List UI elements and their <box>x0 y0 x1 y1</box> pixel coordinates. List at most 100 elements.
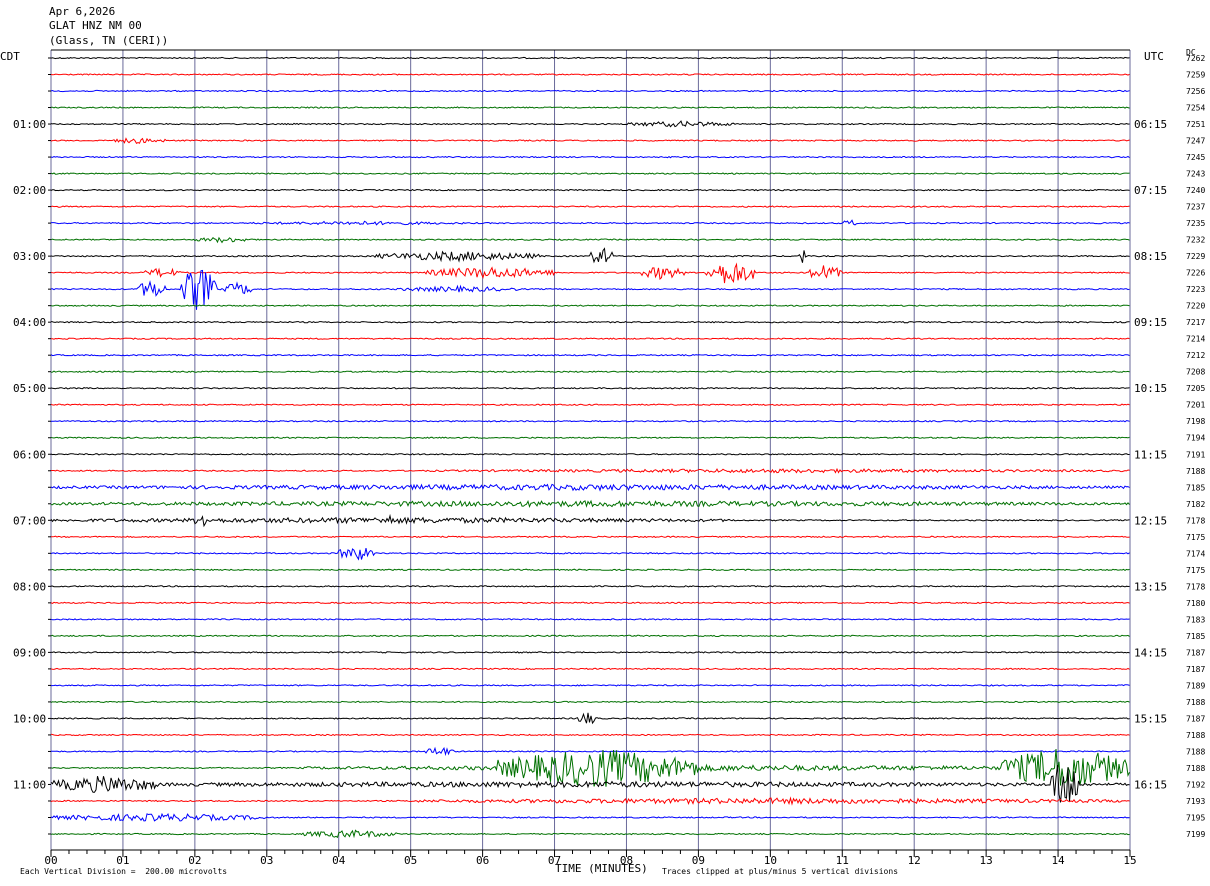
seismic-trace <box>50 320 1130 324</box>
left-hour-label: 05:00 <box>13 382 46 395</box>
seismic-trace <box>50 155 1130 159</box>
left-hour-label: 07:00 <box>13 514 46 527</box>
right-hour-label: 13:15 <box>1134 580 1167 593</box>
left-hour-label: 03:00 <box>13 250 46 263</box>
dc-offset-label: 7223 <box>1186 285 1205 294</box>
dc-offset-label: 7229 <box>1186 252 1205 261</box>
seismic-trace <box>50 700 1130 704</box>
x-tick-label: 04 <box>332 854 346 867</box>
seismic-trace <box>50 205 1130 208</box>
dc-offset-label: 7188 <box>1186 747 1205 756</box>
seismic-trace <box>50 585 1130 588</box>
right-hour-label: 06:15 <box>1134 118 1167 131</box>
right-hour-label: 11:15 <box>1134 448 1167 461</box>
x-tick-label: 12 <box>908 854 921 867</box>
x-tick-label: 10 <box>764 854 777 867</box>
right-hour-label: 16:15 <box>1134 778 1167 791</box>
footer-scale: Each Vertical Division = 200.00 microvol… <box>20 867 228 876</box>
seismic-trace <box>50 764 1130 803</box>
x-tick-label: 02 <box>188 854 201 867</box>
x-tick-label: 15 <box>1123 854 1136 867</box>
seismic-trace <box>50 120 1130 128</box>
dc-offset-label: 7235 <box>1186 219 1205 228</box>
seismic-trace <box>50 219 1130 226</box>
footer-xlabel: TIME (MINUTES) <box>555 862 648 875</box>
right-hour-label: 09:15 <box>1134 316 1167 329</box>
seismic-trace <box>50 483 1130 492</box>
seismic-trace <box>50 304 1130 307</box>
seismic-trace <box>50 634 1130 638</box>
seismic-trace <box>50 172 1130 175</box>
dc-offset-label: 7189 <box>1186 681 1205 690</box>
dc-offset-label: 7212 <box>1186 351 1205 360</box>
x-tick-label: 11 <box>836 854 849 867</box>
dc-offset-label: 7214 <box>1186 335 1205 344</box>
dc-offset-label: 7188 <box>1186 731 1205 740</box>
left-hour-label: 09:00 <box>13 646 46 659</box>
dc-offset-label: 7188 <box>1186 764 1205 773</box>
seismic-trace <box>50 247 1130 264</box>
dc-offset-label: 7185 <box>1186 632 1205 641</box>
dc-offset-label: 7226 <box>1186 269 1205 278</box>
dc-offset-label: 7247 <box>1186 137 1205 146</box>
seismic-trace <box>50 601 1130 605</box>
seismic-trace <box>50 733 1130 737</box>
dc-offset-label: 7259 <box>1186 71 1205 80</box>
dc-offset-label: 7187 <box>1186 665 1205 674</box>
seismic-trace <box>50 513 1130 528</box>
seismic-trace <box>50 337 1130 340</box>
seismic-trace <box>50 89 1130 93</box>
dc-offset-label: 7232 <box>1186 236 1205 245</box>
right-hour-label: 08:15 <box>1134 250 1167 263</box>
seismic-trace <box>50 748 1130 787</box>
dc-offset-label: 7199 <box>1186 830 1205 839</box>
dc-offset-label: 7205 <box>1186 384 1205 393</box>
dc-offset-label: 7188 <box>1186 698 1205 707</box>
seismic-trace <box>50 269 1130 310</box>
dc-offset-label: 7201 <box>1186 401 1205 410</box>
seismic-trace <box>50 387 1130 390</box>
dc-offset-label: 7262 <box>1186 54 1205 63</box>
dc-offset-label: 7243 <box>1186 170 1205 179</box>
seismic-trace <box>50 651 1130 654</box>
dc-offset-label: 7245 <box>1186 153 1205 162</box>
seismic-trace <box>50 618 1130 621</box>
right-hour-label: 15:15 <box>1134 712 1167 725</box>
seismic-trace <box>50 353 1130 357</box>
dc-offset-label: 7174 <box>1186 549 1205 558</box>
x-tick-label: 06 <box>476 854 489 867</box>
footer-clip: Traces clipped at plus/minus 5 vertical … <box>662 867 899 876</box>
seismic-trace <box>50 370 1130 373</box>
left-hour-label: 10:00 <box>13 712 46 725</box>
seismic-trace <box>50 106 1130 109</box>
seismic-trace <box>50 547 1130 561</box>
dc-offset-label: 7254 <box>1186 104 1205 113</box>
seismic-trace <box>50 667 1130 671</box>
dc-offset-label: 7188 <box>1186 467 1205 476</box>
x-tick-label: 00 <box>44 854 57 867</box>
dc-offset-label: 7192 <box>1186 780 1205 789</box>
seismic-trace <box>50 403 1130 406</box>
dc-offset-label: 7175 <box>1186 533 1205 542</box>
seismic-trace <box>51 746 1130 757</box>
dc-offset-label: 7195 <box>1186 813 1205 822</box>
seismic-trace <box>50 56 1130 60</box>
dc-offset-label: 7194 <box>1186 434 1205 443</box>
right-hour-label: 14:15 <box>1134 646 1167 659</box>
dc-offset-label: 7256 <box>1186 87 1205 96</box>
x-tick-label: 03 <box>260 854 273 867</box>
x-tick-label: 13 <box>980 854 993 867</box>
seismic-trace <box>50 453 1130 456</box>
dc-offset-label: 7251 <box>1186 120 1205 129</box>
seismic-trace <box>50 436 1130 439</box>
left-hour-label: 04:00 <box>13 316 46 329</box>
dc-offset-label: 7180 <box>1186 599 1205 608</box>
dc-offset-label: 7178 <box>1186 582 1205 591</box>
dc-offset-label: 7183 <box>1186 615 1205 624</box>
right-hour-label: 07:15 <box>1134 184 1167 197</box>
left-hour-label: 08:00 <box>13 580 46 593</box>
seismic-trace <box>51 684 1130 687</box>
dc-offset-label: 7198 <box>1186 417 1205 426</box>
seismic-trace <box>50 829 1130 839</box>
left-hour-label: 02:00 <box>13 184 46 197</box>
